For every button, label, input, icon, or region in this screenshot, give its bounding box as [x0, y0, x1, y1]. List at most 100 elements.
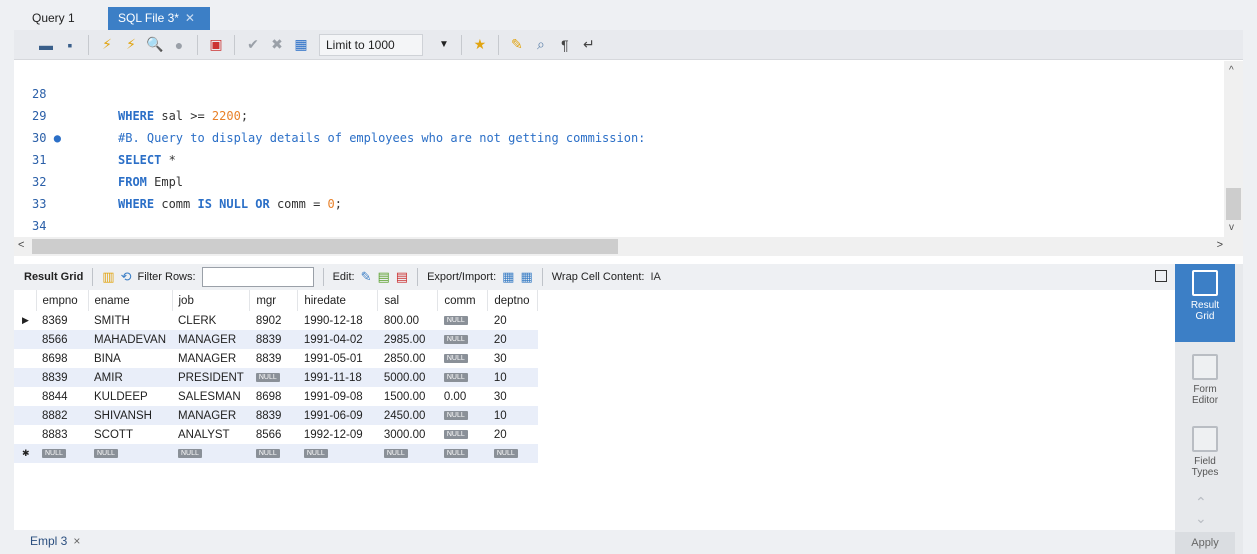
table-cell[interactable]: ANALYST: [172, 425, 250, 444]
table-cell[interactable]: 5000.00: [377, 368, 438, 387]
table-cell[interactable]: 2985.00: [377, 330, 438, 349]
add-row-icon[interactable]: ▤: [377, 269, 389, 285]
result-grid-label[interactable]: Result Grid: [24, 271, 83, 283]
table-cell[interactable]: NULL: [438, 425, 488, 444]
table-cell[interactable]: 8698: [36, 349, 88, 368]
explain-icon[interactable]: 🔍: [145, 35, 165, 55]
table-cell[interactable]: NULL: [88, 444, 172, 463]
table-cell[interactable]: 2450.00: [377, 406, 438, 425]
grid-layout-icon[interactable]: ▥: [102, 269, 114, 285]
save-icon[interactable]: ▪: [60, 35, 80, 55]
table-cell[interactable]: NULL: [487, 444, 538, 463]
filter-rows-input[interactable]: [201, 267, 314, 287]
table-cell[interactable]: NULL: [36, 444, 88, 463]
tab-query-1[interactable]: Query 1: [22, 7, 100, 30]
table-cell[interactable]: 8839: [249, 330, 298, 349]
column-header[interactable]: sal: [377, 290, 439, 311]
table-cell[interactable]: 1991-05-01: [298, 349, 378, 368]
table-cell[interactable]: 1992-12-09: [298, 425, 378, 444]
table-row[interactable]: 8566 MAHADEVAN MANAGER 8839 1991-04-02 2985.0…: [14, 330, 538, 349]
table-cell[interactable]: 8839: [249, 406, 298, 425]
table-cell[interactable]: MANAGER: [172, 349, 250, 368]
limit-rows-select[interactable]: Limit to 1000 rows: [319, 33, 423, 72]
table-cell[interactable]: NULL: [437, 406, 488, 425]
toggle-error-icon[interactable]: ▣: [206, 35, 226, 55]
chevron-down-icon[interactable]: ▼: [439, 39, 449, 50]
table-cell[interactable]: NULL: [297, 444, 378, 463]
table-cell[interactable]: PRESIDENT: [172, 368, 250, 387]
toggle-panel-icon[interactable]: [1155, 270, 1167, 282]
scrollbar-thumb[interactable]: [1226, 188, 1241, 220]
tab-empl-3[interactable]: Empl 3 ×: [30, 534, 80, 548]
table-cell[interactable]: SCOTT: [88, 425, 172, 444]
table-cell[interactable]: SHIVANSH: [88, 406, 172, 425]
form-editor-panel-button[interactable]: Form Editor: [1175, 348, 1235, 408]
column-header[interactable]: comm: [437, 290, 489, 311]
table-cell[interactable]: 1990-12-18: [298, 311, 378, 330]
column-header[interactable]: mgr: [249, 290, 299, 311]
chevron-left-icon[interactable]: <: [18, 239, 24, 251]
table-cell[interactable]: 20: [488, 311, 538, 330]
table-cell[interactable]: 2850.00: [378, 349, 438, 368]
table-cell[interactable]: MAHADEVAN: [88, 330, 172, 349]
wrap-cell-icon[interactable]: IA: [650, 271, 660, 283]
favorite-icon[interactable]: ★: [470, 35, 490, 55]
table-cell[interactable]: NULL: [438, 311, 488, 330]
table-cell[interactable]: NULL: [249, 444, 298, 463]
table-cell[interactable]: 20: [487, 330, 538, 349]
table-row[interactable]: 8839 AMIR PRESIDENT NULL 1991-11-18 5000.00 NU…: [14, 368, 538, 387]
table-cell[interactable]: 800.00: [378, 311, 438, 330]
table-cell[interactable]: 8839: [36, 368, 88, 387]
commit-icon[interactable]: ✔: [243, 35, 263, 55]
invisible-chars-icon[interactable]: ¶: [555, 35, 575, 55]
execute-icon[interactable]: ⚡: [97, 35, 117, 55]
table-cell[interactable]: CLERK: [172, 311, 250, 330]
table-cell[interactable]: NULL: [438, 349, 488, 368]
table-cell[interactable]: SALESMAN: [172, 387, 250, 406]
table-cell[interactable]: KULDEEP: [88, 387, 172, 406]
refresh-icon[interactable]: ⟲: [121, 269, 132, 285]
table-cell[interactable]: 8882: [36, 406, 88, 425]
table-cell[interactable]: 1991-09-08: [298, 387, 378, 406]
export-icon[interactable]: ▦: [502, 269, 514, 285]
table-cell[interactable]: NULL: [249, 368, 298, 387]
table-row[interactable]: ▶ 8369 SMITH CLERK 8902 1990-12-18 800.00 NULL 2…: [14, 311, 538, 330]
table-cell[interactable]: NULL: [377, 444, 438, 463]
beautify-icon[interactable]: ✎: [507, 35, 527, 55]
close-icon[interactable]: ✕: [185, 11, 195, 25]
table-cell[interactable]: 8902: [250, 311, 298, 330]
chevron-down-icon[interactable]: v: [1229, 222, 1234, 233]
chevron-up-icon[interactable]: ^: [1229, 65, 1234, 76]
table-cell[interactable]: BINA: [88, 349, 172, 368]
table-cell[interactable]: 1991-04-02: [297, 330, 378, 349]
result-grid[interactable]: empno ename job mgr hiredate sal comm de…: [14, 290, 1175, 522]
table-cell[interactable]: 1991-11-18: [297, 368, 378, 387]
import-icon[interactable]: ▦: [520, 269, 532, 285]
find-icon[interactable]: ⌕: [531, 35, 551, 55]
autocommit-icon[interactable]: ▦: [291, 35, 311, 55]
table-row[interactable]: 8882 SHIVANSH MANAGER 8839 1991-06-09 2450.00…: [14, 406, 538, 425]
column-header[interactable]: hiredate: [297, 290, 379, 311]
apply-button[interactable]: Apply: [1175, 532, 1235, 554]
chevron-right-icon[interactable]: >: [1217, 239, 1223, 251]
table-cell[interactable]: 8883: [36, 425, 88, 444]
table-cell[interactable]: 20: [488, 425, 538, 444]
scrollbar-thumb[interactable]: [32, 239, 618, 254]
table-cell[interactable]: 1500.00: [378, 387, 438, 406]
table-cell[interactable]: 30: [488, 387, 538, 406]
table-cell[interactable]: 8844: [36, 387, 88, 406]
table-row[interactable]: 8698 BINA MANAGER 8839 1991-05-01 2850.00 NULL…: [14, 349, 538, 368]
result-grid-panel-button[interactable]: Result Grid: [1175, 264, 1235, 342]
new-row[interactable]: ✱ NULL NULL NULL NULL NULL NULL NULL NULL: [14, 444, 538, 463]
edit-row-icon[interactable]: ✎: [361, 269, 372, 285]
column-header[interactable]: job: [172, 290, 251, 311]
chevron-up-icon[interactable]: ⌃: [1195, 494, 1207, 511]
delete-row-icon[interactable]: ▤: [396, 269, 408, 285]
column-header[interactable]: ename: [88, 290, 173, 311]
table-cell[interactable]: 10: [487, 406, 538, 425]
wrap-lines-icon[interactable]: ↵: [579, 35, 599, 55]
tab-sql-file-3[interactable]: SQL File 3* ✕: [108, 7, 210, 30]
sql-editor[interactable]: 28 WHERE sal >= 2200; 29 #B. Query to di…: [14, 61, 1243, 237]
rollback-icon[interactable]: ✖: [267, 35, 287, 55]
field-types-panel-button[interactable]: Field Types: [1175, 420, 1235, 480]
